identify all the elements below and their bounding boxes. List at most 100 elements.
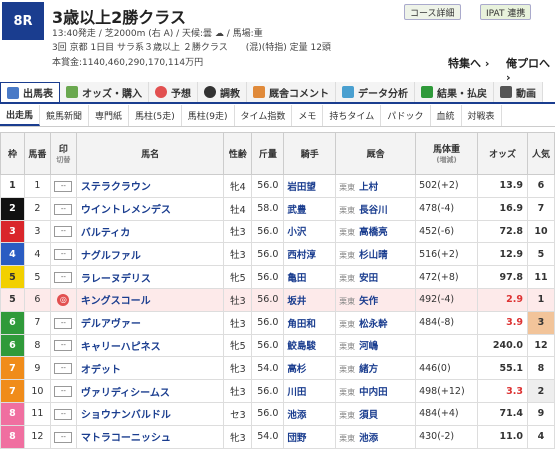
horse-name[interactable]: ショウナンバルドル [75, 401, 225, 426]
trainer-cell[interactable]: 栗東 杉山晴 [335, 242, 417, 267]
horse-name[interactable]: ウイントレメンデス [75, 196, 225, 221]
trainer-cell[interactable]: 栗東 中内田 [335, 379, 417, 403]
table-row[interactable]: 7 9 -- オデット 牝3 54.0 高杉 栗東 緒方 446(0) 55.1 8 [0, 356, 555, 381]
mylist-link[interactable]: 俺プロへ › [506, 55, 555, 84]
subtab-newspaper[interactable]: 競馬新聞 [40, 105, 90, 126]
col-jockey[interactable]: 騎手 [283, 132, 337, 175]
subtab-best-time[interactable]: 持ちタイム [323, 105, 382, 126]
mark-cell[interactable]: -- [49, 310, 77, 335]
trainer-cell[interactable]: 栗東 松永幹 [335, 310, 417, 335]
subtab-memo[interactable]: メモ [292, 105, 324, 126]
col-name[interactable]: 馬名 [75, 132, 225, 175]
feature-link[interactable]: 特集へ › [448, 55, 489, 71]
course-detail-button[interactable]: コース詳細 [404, 4, 461, 20]
table-row[interactable]: 1 1 -- ステラクラウン 牝4 56.0 岩田望 栗東 上村 502(+2) 13.9 6 [0, 174, 555, 198]
mark-cell[interactable]: -- [49, 219, 77, 244]
mark-cell[interactable]: -- [49, 265, 77, 289]
col-odds[interactable]: オッズ [477, 132, 528, 175]
horse-name[interactable]: オデット [75, 356, 225, 381]
mark-selector[interactable]: -- [54, 431, 73, 443]
tab-shutsuba[interactable]: 出馬表 [0, 82, 60, 102]
subtab-past9[interactable]: 馬柱(9走) [182, 105, 235, 126]
mark-cell[interactable]: -- [49, 356, 77, 381]
mark-cell[interactable]: -- [49, 242, 77, 267]
tab-odds[interactable]: オッズ・購入 [60, 82, 149, 102]
horse-name[interactable]: ヴァリディシームス [75, 379, 225, 403]
jockey-link[interactable]: 亀田 [283, 265, 337, 289]
mark-selector[interactable]: -- [54, 249, 73, 261]
subtab-runners[interactable]: 出走馬 [0, 105, 41, 126]
mark-selector[interactable]: -- [54, 340, 73, 352]
mark-cell[interactable]: -- [49, 424, 77, 449]
horse-name[interactable]: バルティカ [75, 219, 225, 244]
mark-cell[interactable]: -- [49, 196, 77, 221]
mark-cell[interactable]: -- [49, 401, 77, 426]
tab-chokyo[interactable]: 調教 [198, 82, 247, 102]
horse-name[interactable]: キングスコール [75, 287, 225, 312]
trainer-cell[interactable]: 栗東 高橋亮 [335, 219, 417, 244]
tab-comment[interactable]: 厩舎コメント [247, 82, 336, 102]
mark-cell[interactable]: -- [49, 174, 77, 198]
jockey-link[interactable]: 鮫島駿 [283, 333, 337, 358]
mark-selector[interactable]: -- [54, 363, 73, 375]
horse-name[interactable]: キャリーハピネス [75, 333, 225, 358]
table-row[interactable]: 8 12 -- マトラコーニッシュ 牝3 54.0 団野 栗東 池添 430(-2) 11.0 4 [0, 424, 555, 449]
col-body-weight[interactable]: 馬体重 (増減) [415, 132, 479, 175]
horse-name[interactable]: マトラコーニッシュ [75, 424, 225, 449]
tab-result[interactable]: 結果・払戻 [415, 82, 494, 102]
trainer-cell[interactable]: 栗東 上村 [335, 174, 417, 198]
trainer-cell[interactable]: 栗東 矢作 [335, 287, 417, 312]
trainer-cell[interactable]: 栗東 安田 [335, 265, 417, 289]
table-row[interactable]: 6 8 -- キャリーハピネス 牝5 56.0 鮫島駿 栗東 河嶋 240.0 12 [0, 333, 555, 358]
jockey-link[interactable]: 池添 [283, 401, 337, 426]
table-row[interactable]: 5 5 -- ラレーヌデリス 牝5 56.0 亀田 栗東 安田 472(+8) 97.8 11 [0, 265, 555, 289]
trainer-cell[interactable]: 栗東 須貝 [335, 401, 417, 426]
jockey-link[interactable]: 岩田望 [283, 174, 337, 198]
col-mark[interactable]: 印切替 [49, 132, 77, 175]
table-row[interactable]: 3 3 -- バルティカ 牡3 56.0 小沢 栗東 高橋亮 452(-6) 72.8 10 [0, 219, 555, 244]
trainer-cell[interactable]: 栗東 長谷川 [335, 196, 417, 221]
horse-name[interactable]: ナグルファル [75, 242, 225, 267]
col-sex-age[interactable]: 性齢 [223, 132, 253, 175]
horse-name[interactable]: ラレーヌデリス [75, 265, 225, 289]
tab-yoso[interactable]: 予想 [149, 82, 198, 102]
table-row[interactable]: 7 10 -- ヴァリディシームス 牡3 56.0 川田 栗東 中内田 498(+12) 3.3 2 [0, 379, 555, 403]
table-row[interactable]: 6 7 -- デルアヴァー 牡3 56.0 角田和 栗東 松永幹 484(-8) 3.9 3 [0, 310, 555, 335]
table-row[interactable]: 2 2 -- ウイントレメンデス 牡4 58.0 武豊 栗東 長谷川 478(-4) 16.9 7 [0, 196, 555, 221]
col-trainer[interactable]: 厩舎 [335, 132, 417, 175]
subtab-paddock[interactable]: パドック [381, 105, 431, 126]
mark-cell[interactable]: ◎ [49, 287, 77, 312]
ipat-link-button[interactable]: IPAT 連携 [480, 4, 532, 20]
mark-selector[interactable]: -- [54, 386, 73, 398]
mark-cell[interactable]: -- [49, 379, 77, 403]
tab-data[interactable]: データ分析 [336, 82, 415, 102]
mark-cell[interactable]: -- [49, 333, 77, 358]
jockey-link[interactable]: 武豊 [283, 196, 337, 221]
jockey-link[interactable]: 坂井 [283, 287, 337, 312]
trainer-cell[interactable]: 栗東 池添 [335, 424, 417, 449]
jockey-link[interactable]: 西村淳 [283, 242, 337, 267]
jockey-link[interactable]: 角田和 [283, 310, 337, 335]
mark-selector[interactable]: -- [54, 408, 73, 420]
mark-selector[interactable]: -- [54, 226, 73, 238]
mark-selector[interactable]: -- [54, 272, 73, 284]
subtab-past5[interactable]: 馬柱(5走) [129, 105, 182, 126]
subtab-specialist[interactable]: 専門紙 [89, 105, 130, 126]
mark-selector[interactable]: -- [54, 203, 73, 215]
subtab-pedigree[interactable]: 血統 [431, 105, 462, 126]
trainer-cell[interactable]: 栗東 緒方 [335, 356, 417, 381]
jockey-link[interactable]: 高杉 [283, 356, 337, 381]
table-row[interactable]: 4 4 -- ナグルファル 牡3 56.0 西村淳 栗東 杉山晴 516(+2) 12.9 5 [0, 242, 555, 267]
jockey-link[interactable]: 団野 [283, 424, 337, 449]
jockey-link[interactable]: 川田 [283, 379, 337, 403]
table-row[interactable]: 8 11 -- ショウナンバルドル セ3 56.0 池添 栗東 須貝 484(+4) 71.4 9 [0, 401, 555, 426]
horse-name[interactable]: ステラクラウン [75, 174, 225, 198]
mark-selector[interactable]: -- [54, 317, 73, 329]
jockey-link[interactable]: 小沢 [283, 219, 337, 244]
col-popularity[interactable]: 人気 [526, 132, 555, 175]
col-weight[interactable]: 斤量 [251, 132, 285, 175]
subtab-matchup[interactable]: 対戦表 [462, 105, 502, 126]
table-row[interactable]: 5 6 ◎ キングスコール 牡3 56.0 坂井 栗東 矢作 492(-4) 2.9 1 [0, 287, 555, 312]
horse-name[interactable]: デルアヴァー [75, 310, 225, 335]
trainer-cell[interactable]: 栗東 河嶋 [335, 333, 417, 358]
